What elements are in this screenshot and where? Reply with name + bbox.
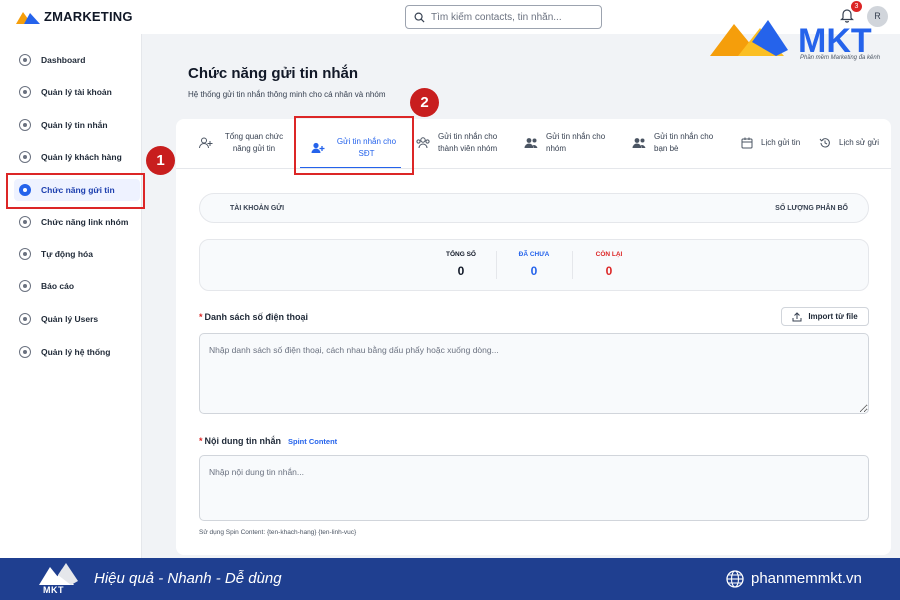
stats-panel: TỔNG SỐ 0 ĐÃ CHƯA 0 CÒN LẠI 0 xyxy=(199,239,869,291)
customer-icon xyxy=(19,151,31,163)
tab-group-members-label: Gửi tin nhắn cho thành viên nhóm xyxy=(438,132,498,153)
link-icon xyxy=(19,216,31,228)
message-label-text: Nội dung tin nhắn xyxy=(204,436,281,446)
page-title: Chức năng gửi tin nhắn xyxy=(188,65,359,82)
sidebar-item-label: Tự động hóa xyxy=(41,249,93,259)
callout-badge-2: 2 xyxy=(410,88,439,117)
stat-remaining: CÒN LẠI 0 xyxy=(579,251,639,278)
app-logo[interactable]: ZMARKETING xyxy=(16,9,133,24)
tab-send-group-label: Gửi tin nhắn cho nhóm xyxy=(546,132,606,153)
sidebar-item-label: Quản lý Users xyxy=(41,314,99,324)
sidebar-item-group-links[interactable]: Chức năng link nhóm xyxy=(14,211,140,233)
notification-badge: 3 xyxy=(851,1,862,12)
tab-overview[interactable]: Tổng quan chức năng gửi tin xyxy=(199,131,294,155)
search-box[interactable] xyxy=(405,5,602,29)
tab-schedule-label: Lịch gửi tin xyxy=(761,138,801,147)
sidebar-item-dashboard[interactable]: Dashboard xyxy=(14,49,140,71)
stat-total: TỔNG SỐ 0 xyxy=(431,251,491,278)
callout-badge-1: 1 xyxy=(146,146,175,175)
sidebar-item-label: Quản lý tin nhắn xyxy=(41,120,108,130)
sidebar-item-label: Quản lý hệ thống xyxy=(41,347,111,357)
stat-sent-value: 0 xyxy=(530,264,538,278)
stat-divider xyxy=(496,251,497,279)
stat-remaining-label: CÒN LẠI xyxy=(595,251,623,258)
phone-list-label: * Danh sách số điện thoại xyxy=(199,312,308,322)
import-file-button[interactable]: Import từ file xyxy=(781,307,869,326)
sidebar-item-label: Quản lý khách hàng xyxy=(41,152,122,162)
spin-content-hint: Sử dụng Spin Content: {ten-khach-hang} {… xyxy=(199,529,357,536)
settings-icon xyxy=(19,346,31,358)
calendar-icon xyxy=(741,137,753,149)
tab-overview-label: Tổng quan chức năng gửi tin xyxy=(224,132,284,153)
upload-icon xyxy=(792,311,802,321)
sidebar-item-system[interactable]: Quản lý hệ thống xyxy=(14,341,140,363)
spint-content-link[interactable]: Spint Content xyxy=(288,437,337,446)
search-input[interactable] xyxy=(431,11,591,23)
globe-icon xyxy=(726,570,744,588)
users-group-icon xyxy=(524,138,538,148)
message-label: * Nội dung tin nhắn xyxy=(199,436,281,446)
report-icon xyxy=(19,280,31,292)
footer-slogan: Hiệu quả - Nhanh - Dễ dùng xyxy=(94,570,282,587)
sender-account-label: TÀI KHOẢN GỬI xyxy=(230,205,285,212)
sidebar-item-reports[interactable]: Báo cáo xyxy=(14,275,140,297)
stat-divider xyxy=(572,251,573,279)
tab-send-friends[interactable]: Gửi tin nhắn cho bạn bè xyxy=(632,131,724,155)
sender-account-bar[interactable]: TÀI KHOẢN GỬI SỐ LƯỢNG PHÂN BỔ xyxy=(199,193,869,223)
footer-website[interactable]: phanmemmkt.vn xyxy=(751,570,862,587)
sidebar-item-automation[interactable]: Tự động hóa xyxy=(14,243,140,265)
users-icon xyxy=(19,313,31,325)
user-plus-icon xyxy=(199,137,213,149)
footer-banner: MKT Hiệu quả - Nhanh - Dễ dùng phanmemmk… xyxy=(0,558,900,600)
sidebar-item-messages[interactable]: Quản lý tin nhắn xyxy=(14,114,140,136)
app-logo-text: ZMARKETING xyxy=(44,9,133,24)
required-mark: * xyxy=(199,312,203,322)
stat-sent-label: ĐÃ CHƯA xyxy=(518,251,550,258)
mkt-tagline: Phần mềm Marketing đa kênh xyxy=(800,55,881,61)
stat-total-label: TỔNG SỐ xyxy=(446,251,476,258)
required-mark: * xyxy=(199,436,203,446)
sidebar-item-label: Quản lý tài khoản xyxy=(41,87,112,97)
tab-group-members[interactable]: Gửi tin nhắn cho thành viên nhóm xyxy=(416,131,516,155)
footer-logo xyxy=(38,561,80,587)
page-subtitle: Hệ thống gửi tin nhắn thông minh cho cá … xyxy=(188,90,386,99)
friends-icon xyxy=(632,138,646,148)
zmarketing-logo-icon xyxy=(16,11,40,24)
stat-sent: ĐÃ CHƯA 0 xyxy=(504,251,564,278)
message-textarea[interactable] xyxy=(199,455,869,521)
footer-logo-text: MKT xyxy=(43,585,64,595)
dashboard-icon xyxy=(19,54,31,66)
search-icon xyxy=(414,12,425,23)
tab-history[interactable]: Lịch sử gửi xyxy=(819,137,889,149)
stat-total-value: 0 xyxy=(457,264,465,278)
message-icon xyxy=(19,119,31,131)
sidebar-item-label: Dashboard xyxy=(41,55,86,65)
phone-list-label-text: Danh sách số điện thoại xyxy=(204,312,309,322)
sidebar-item-label: Chức năng link nhóm xyxy=(41,217,129,227)
tab-schedule[interactable]: Lịch gửi tin xyxy=(741,137,811,149)
account-icon xyxy=(19,86,31,98)
tab-send-friends-label: Gửi tin nhắn cho bạn bè xyxy=(654,132,714,153)
sidebar-item-users[interactable]: Quản lý Users xyxy=(14,308,140,330)
stat-remaining-value: 0 xyxy=(605,264,613,278)
tab-send-group[interactable]: Gửi tin nhắn cho nhóm xyxy=(524,131,614,155)
import-file-label: Import từ file xyxy=(808,312,858,321)
tab-divider xyxy=(176,168,891,169)
sidebar-item-accounts[interactable]: Quản lý tài khoản xyxy=(14,81,140,103)
phone-list-textarea[interactable] xyxy=(199,333,869,414)
automation-icon xyxy=(19,248,31,260)
highlight-box-tab xyxy=(294,116,414,175)
allocation-label: SỐ LƯỢNG PHÂN BỔ xyxy=(775,205,848,212)
sidebar: Dashboard Quản lý tài khoản Quản lý tin … xyxy=(0,34,142,558)
group-members-icon xyxy=(416,137,430,149)
history-icon xyxy=(819,138,830,148)
sidebar-item-label: Báo cáo xyxy=(41,281,75,291)
tab-history-label: Lịch sử gửi xyxy=(839,138,880,147)
mkt-footer-logo-icon xyxy=(39,563,78,585)
highlight-box-sidebar xyxy=(6,173,145,209)
sidebar-item-customers[interactable]: Quản lý khách hàng xyxy=(14,146,140,168)
